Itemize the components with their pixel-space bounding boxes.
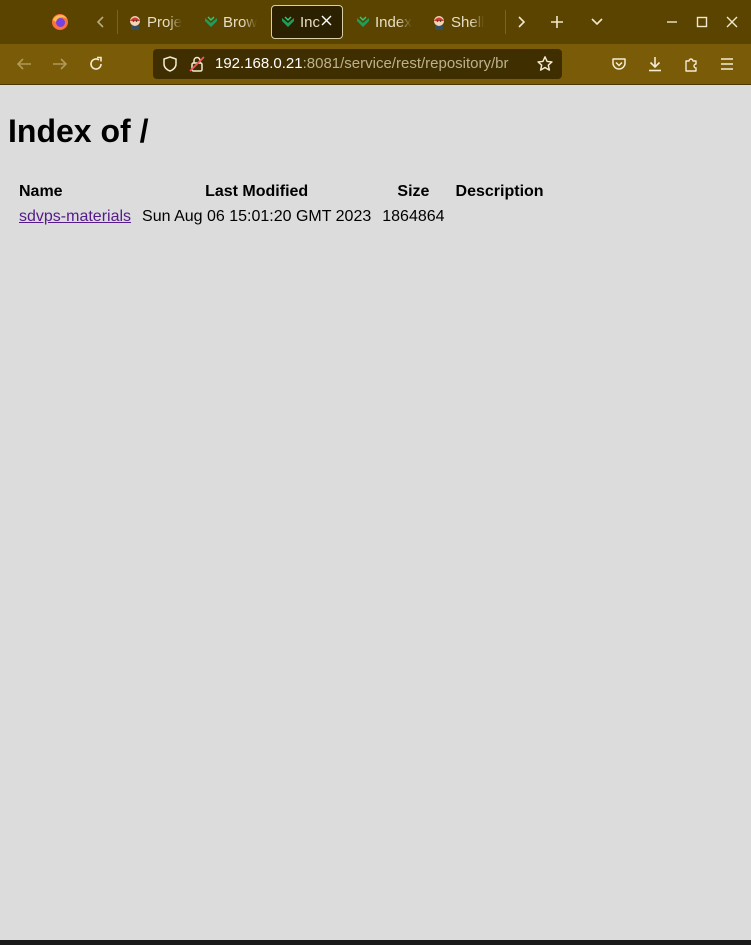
url-host: 192.168.0.21	[215, 55, 303, 72]
tab-index-active[interactable]: Inc	[271, 5, 343, 39]
tab-strip: Proje Brow Inc Index Shell	[0, 0, 751, 44]
nexus-icon	[357, 16, 369, 27]
minimize-button[interactable]	[658, 9, 686, 35]
last-modified-cell: Sun Aug 06 15:01:20 GMT 2023	[142, 208, 372, 225]
download-icon	[649, 57, 661, 72]
chevron-left-icon	[96, 16, 104, 28]
arrow-left-icon	[16, 58, 31, 70]
shield-icon[interactable]	[161, 55, 179, 73]
reload-icon	[90, 56, 102, 70]
tab-scroll-left-button[interactable]	[86, 8, 116, 36]
address-bar[interactable]: 192.168.0.21:8081/service/rest/repositor…	[153, 49, 562, 79]
firefox-icon[interactable]	[51, 13, 69, 31]
close-icon	[321, 15, 331, 26]
close-icon	[726, 16, 738, 28]
tab-label: Index	[375, 13, 412, 31]
page-title: Index of /	[8, 113, 149, 149]
minimize-icon	[667, 21, 677, 23]
tab-label: Shell	[451, 13, 485, 31]
navigation-toolbar: 192.168.0.21:8081/service/rest/repositor…	[0, 44, 751, 85]
list-all-tabs-button[interactable]	[583, 9, 611, 35]
url-path: :8081/service/rest/repository/br	[302, 55, 509, 72]
extensions-button[interactable]	[677, 50, 705, 78]
file-link[interactable]: sdvps-materials	[19, 208, 131, 225]
file-name-cell: sdvps-materials	[19, 208, 131, 226]
back-button[interactable]	[10, 50, 38, 78]
column-header-description[interactable]: Description	[456, 183, 544, 201]
pocket-button[interactable]	[605, 50, 633, 78]
new-tab-button[interactable]	[543, 9, 571, 35]
size-cell: 1864864	[382, 208, 445, 225]
arrow-right-icon	[53, 58, 68, 70]
downloads-button[interactable]	[641, 50, 669, 78]
tab-browse[interactable]: Brow	[195, 5, 271, 39]
tab-project[interactable]: Proje	[119, 5, 195, 39]
reload-button[interactable]	[82, 50, 110, 78]
maximize-icon	[696, 16, 708, 28]
table-row: sdvps-materials Sun Aug 06 15:01:20 GMT …	[19, 208, 544, 226]
insecure-lock-icon[interactable]	[188, 55, 206, 73]
directory-listing-table: Name Last Modified Size Description sdvp…	[8, 176, 555, 233]
app-menu-button[interactable]	[713, 50, 741, 78]
plus-icon	[551, 16, 563, 28]
tab-shell[interactable]: Shell	[423, 5, 499, 39]
nexus-icon	[205, 16, 217, 27]
url-text[interactable]: 192.168.0.21:8081/service/rest/repositor…	[215, 55, 509, 72]
description-cell	[456, 208, 544, 226]
window-bottom-edge	[0, 940, 751, 945]
tab-close-button[interactable]	[316, 12, 336, 32]
table-header-row: Name Last Modified Size Description	[19, 183, 544, 201]
jenkins-icon	[434, 16, 444, 30]
tab-separator	[117, 10, 118, 34]
forward-button[interactable]	[46, 50, 74, 78]
column-header-name[interactable]: Name	[19, 183, 131, 201]
hamburger-menu-icon	[721, 58, 733, 70]
chevron-down-icon	[591, 18, 603, 26]
column-header-size[interactable]: Size	[382, 183, 444, 201]
tab-label: Brow	[223, 13, 258, 31]
puzzle-icon	[685, 58, 697, 72]
tab-label: Proje	[147, 13, 183, 31]
page-content: Index of / Name Last Modified Size Descr…	[0, 85, 751, 940]
column-header-last-modified[interactable]: Last Modified	[142, 183, 371, 201]
jenkins-icon	[130, 16, 140, 30]
close-window-button[interactable]	[718, 9, 746, 35]
chevron-right-icon	[518, 16, 526, 28]
pocket-icon	[612, 58, 626, 70]
tab-scroll-right-button[interactable]	[506, 8, 536, 36]
nexus-icon	[282, 16, 294, 27]
maximize-button[interactable]	[688, 9, 716, 35]
star-icon[interactable]	[536, 55, 554, 73]
tab-index[interactable]: Index	[347, 5, 423, 39]
